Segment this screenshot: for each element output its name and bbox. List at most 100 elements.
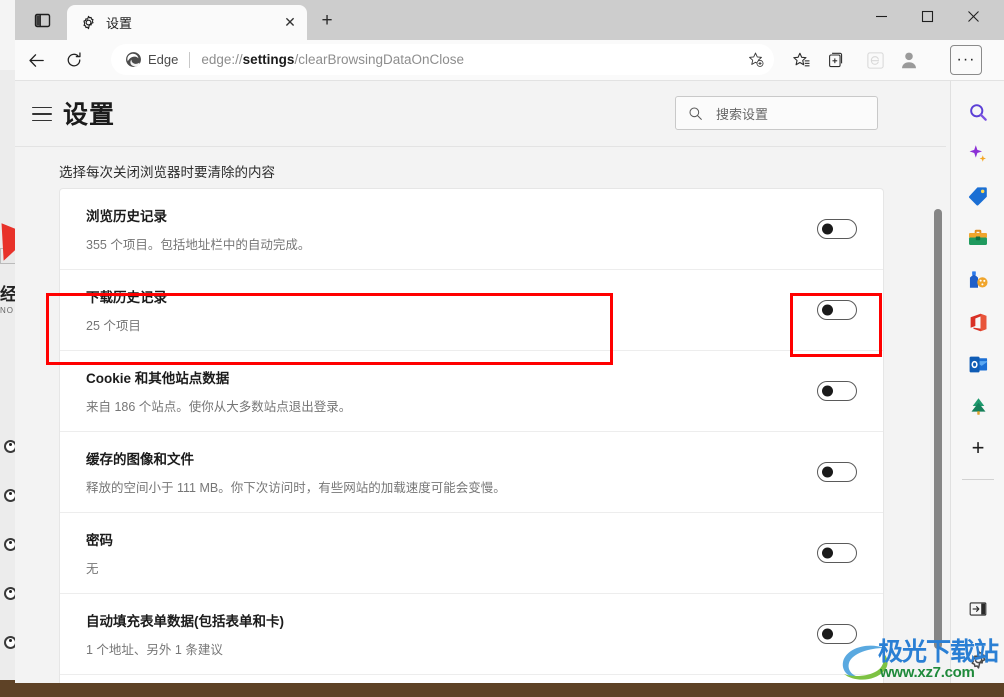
- row-title: 自动填充表单数据(包括表单和卡): [86, 614, 284, 629]
- maximize-icon: [921, 10, 933, 22]
- favorites-button[interactable]: [786, 45, 816, 75]
- tab-search-button[interactable]: [23, 7, 61, 33]
- settings-scroll-pane: 选择每次关闭浏览器时要清除的内容 浏览历史记录 355 个项目。包括地址栏中的自…: [15, 147, 946, 683]
- search-settings-placeholder: 搜索设置: [716, 106, 769, 122]
- reload-button[interactable]: [59, 45, 89, 75]
- table-row[interactable]: 自动填充表单数据(包括表单和卡) 1 个地址、另外 1 条建议: [60, 594, 883, 675]
- edge-sidebar: +: [950, 81, 1004, 683]
- sidebar-settings-button[interactable]: [951, 643, 1004, 675]
- copilot-sparkle-icon: [969, 145, 986, 162]
- toggle-autofill-form-data[interactable]: [817, 624, 857, 644]
- favorites-list-icon: [792, 52, 809, 66]
- vertical-scrollbar[interactable]: [930, 147, 946, 683]
- address-bar[interactable]: Edge edge://settings/clearBrowsingDataOn…: [111, 44, 774, 75]
- row-subtitle: 355 个项目。包括地址栏中的自动完成。: [86, 238, 311, 252]
- toggle-browsing-history[interactable]: [817, 219, 857, 239]
- toggle-knob: [822, 547, 833, 559]
- row-title: Cookie 和其他站点数据: [86, 371, 230, 386]
- tab-search-icon: [34, 13, 50, 27]
- sidebar-item-office[interactable]: [951, 301, 1004, 343]
- clear-on-close-list: 浏览历史记录 355 个项目。包括地址栏中的自动完成。 下载历史记录 25 个项…: [59, 188, 884, 683]
- edge-brand-badge: Edge: [125, 51, 178, 68]
- sidebar-item-copilot[interactable]: [951, 133, 1004, 175]
- url-prefix: edge://: [201, 52, 243, 67]
- toggle-cached-images[interactable]: [817, 462, 857, 482]
- reload-icon: [67, 52, 81, 67]
- shopping-tag-icon: [968, 187, 987, 206]
- minimize-icon: [875, 15, 887, 17]
- row-subtitle: 释放的空间小于 111 MB。你下次访问时，有些网站的加载速度可能会变慢。: [86, 481, 506, 495]
- sidebar-item-shopping[interactable]: [951, 175, 1004, 217]
- toggle-cookies-site-data[interactable]: [817, 381, 857, 401]
- settings-content-area: 设置 搜索设置 选择每次关闭浏览器时要清除的内容 浏览历史记录 355 个项目。…: [15, 80, 1004, 683]
- toggle-knob: [822, 628, 833, 640]
- window-maximize-button[interactable]: [904, 0, 950, 32]
- search-icon: [686, 106, 704, 121]
- row-text: Cookie 和其他站点数据 来自 186 个站点。使你从大多数站点退出登录。: [86, 351, 817, 431]
- sidebar-item-tools[interactable]: [951, 217, 1004, 259]
- page-title: 设置: [63, 101, 116, 129]
- omnibox-divider: [189, 51, 191, 68]
- window-close-button[interactable]: [950, 0, 996, 32]
- row-title: 密码: [86, 533, 113, 548]
- sidebar-settings-gear-icon: [971, 649, 985, 669]
- back-arrow-icon: [28, 53, 44, 67]
- toggle-download-history[interactable]: [817, 300, 857, 320]
- row-text: 缓存的图像和文件 释放的空间小于 111 MB。你下次访问时，有些网站的加载速度…: [86, 432, 817, 512]
- window-minimize-button[interactable]: [858, 0, 904, 32]
- games-icon: [969, 271, 988, 288]
- row-text: 下载历史记录 25 个项目: [86, 270, 817, 350]
- scrollbar-thumb[interactable]: [934, 209, 942, 649]
- collections-button[interactable]: [820, 45, 850, 75]
- sidebar-divider: [961, 479, 994, 480]
- sidebar-item-outlook[interactable]: [951, 343, 1004, 385]
- internet-explorer-icon: [866, 51, 884, 69]
- profile-avatar-icon: [902, 52, 916, 69]
- row-subtitle: 25 个项目: [86, 319, 141, 333]
- close-icon: [967, 10, 979, 22]
- back-button[interactable]: [21, 45, 51, 75]
- url-host: settings: [242, 52, 295, 67]
- sidebar-add-button[interactable]: +: [951, 427, 1004, 469]
- add-favorite-star-icon[interactable]: [742, 47, 768, 73]
- toggle-knob: [822, 304, 833, 316]
- url-path: /clearBrowsingDataOnClose: [294, 52, 465, 67]
- search-settings-input[interactable]: 搜索设置: [675, 96, 878, 130]
- edge-brand-label: Edge: [148, 52, 179, 67]
- sidebar-item-games[interactable]: [951, 259, 1004, 301]
- sidebar-item-search[interactable]: [951, 91, 1004, 133]
- section-description: 选择每次关闭浏览器时要清除的内容: [59, 165, 275, 180]
- table-row[interactable]: 密码 无: [60, 513, 883, 594]
- row-subtitle: 1 个地址、另外 1 条建议: [86, 643, 223, 657]
- edge-logo-icon: [126, 52, 141, 67]
- tab-settings[interactable]: 设置 ✕: [67, 5, 307, 40]
- tab-title: 设置: [106, 16, 133, 31]
- toggle-passwords[interactable]: [817, 543, 857, 563]
- new-tab-button[interactable]: +: [314, 9, 340, 33]
- profile-button[interactable]: [894, 45, 924, 75]
- table-row[interactable]: 缓存的图像和文件 释放的空间小于 111 MB。你下次访问时，有些网站的加载速度…: [60, 432, 883, 513]
- toggle-knob: [822, 466, 833, 478]
- row-text: 站点权限 无: [86, 675, 817, 683]
- office-icon: [970, 313, 986, 331]
- settings-header: 设置 搜索设置: [15, 81, 946, 147]
- row-text: 自动填充表单数据(包括表单和卡) 1 个地址、另外 1 条建议: [86, 594, 817, 674]
- internet-explorer-mode-button[interactable]: [860, 45, 890, 75]
- sidebar-expand-button[interactable]: [951, 593, 1004, 625]
- table-row[interactable]: 浏览历史记录 355 个项目。包括地址栏中的自动完成。: [60, 189, 883, 270]
- table-row-cookies[interactable]: Cookie 和其他站点数据 来自 186 个站点。使你从大多数站点退出登录。: [60, 351, 883, 432]
- outlook-icon: [969, 356, 987, 372]
- collections-icon: [828, 52, 842, 67]
- drop-tree-icon: [971, 397, 985, 415]
- sidebar-item-drop[interactable]: [951, 385, 1004, 427]
- toggle-knob: [822, 385, 833, 397]
- row-title: 缓存的图像和文件: [86, 452, 194, 467]
- row-text: 密码 无: [86, 513, 817, 593]
- table-row[interactable]: 下载历史记录 25 个项目: [60, 270, 883, 351]
- tab-close-icon[interactable]: ✕: [279, 12, 301, 34]
- table-row[interactable]: 站点权限 无: [60, 675, 883, 683]
- more-options-button[interactable]: ···: [950, 45, 982, 75]
- tab-strip: 设置 ✕ +: [15, 0, 1004, 40]
- hamburger-menu-icon[interactable]: [29, 103, 55, 125]
- gear-icon: [79, 14, 97, 32]
